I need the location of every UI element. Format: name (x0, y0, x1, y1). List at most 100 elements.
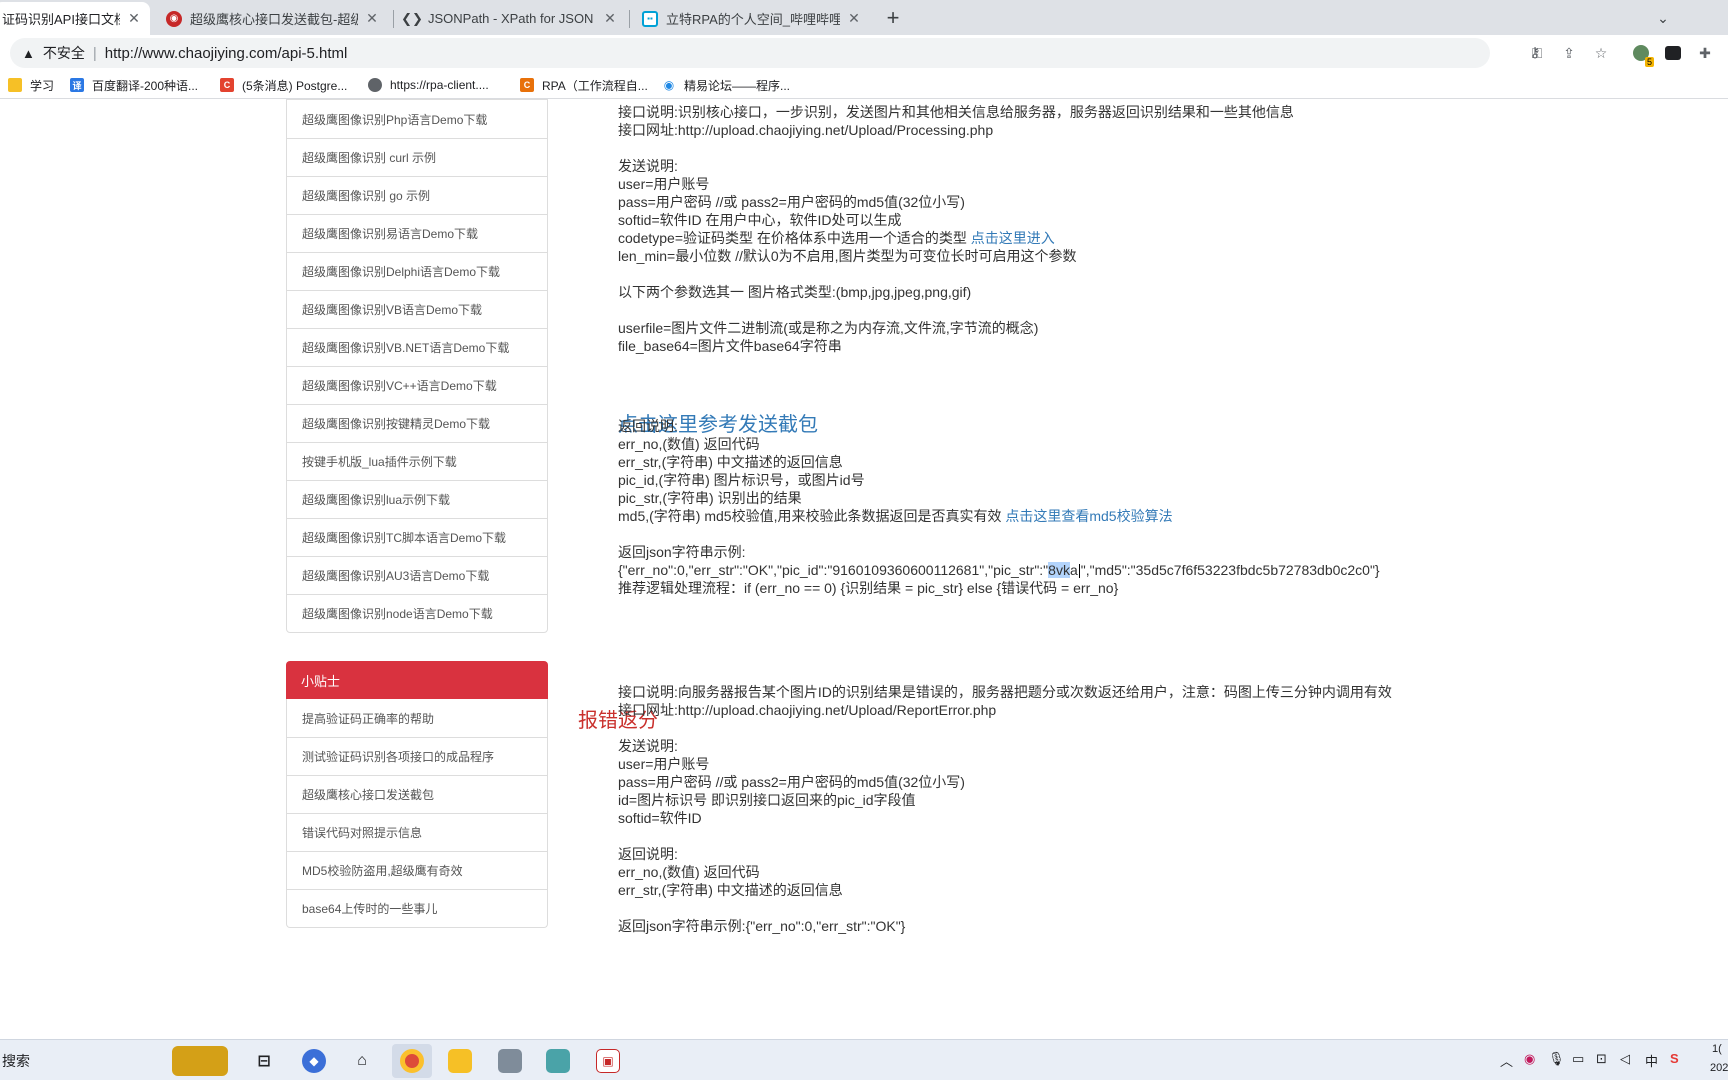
notepad-icon[interactable] (538, 1044, 578, 1078)
bookmark-label: (5条消息) Postgre... (242, 78, 348, 93)
bookmark-label: 精易论坛——程序... (684, 78, 791, 93)
codetype-text: codetype=验证码类型 在价格体系中选用一个适合的类型 (618, 230, 971, 246)
taskbar-search[interactable]: 搜索 (2, 1051, 30, 1071)
demo-link[interactable]: 超级鹰图像识别lua示例下载 (287, 480, 547, 518)
bookmark-study[interactable]: 学习 (8, 75, 54, 95)
chrome-icon[interactable] (392, 1044, 432, 1078)
return-err-str: err_str,(字符串) 中文描述的返回信息 (618, 454, 843, 470)
tab-jsonpath[interactable]: ❮❯ JSONPath - XPath for JSON ✕ (396, 2, 626, 35)
md5-algorithm-link[interactable]: 点击这里查看md5校验算法 (1005, 508, 1172, 524)
param-user: user=用户账号 (618, 176, 710, 192)
price-link[interactable]: 点击这里进入 (971, 230, 1055, 246)
demo-link[interactable]: 超级鹰图像识别VC++语言Demo下载 (287, 366, 547, 404)
demo-link[interactable]: 超级鹰图像识别TC脚本语言Demo下载 (287, 518, 547, 556)
report-return-title: 返回说明: (618, 846, 678, 862)
volume-icon[interactable]: ◁ (1620, 1051, 1630, 1067)
demo-link[interactable]: 超级鹰图像识别VB.NET语言Demo下载 (287, 328, 547, 366)
code-icon: ❮❯ (401, 10, 423, 26)
microphone-icon[interactable]: 🎙 (1548, 1051, 1565, 1067)
record-icon[interactable]: ◉ (1524, 1051, 1535, 1067)
demo-link[interactable]: 超级鹰图像识别VB语言Demo下载 (287, 290, 547, 328)
param-softid: softid=软件ID 在用户中心，软件ID处可以生成 (618, 212, 902, 228)
json-text: ","md5":"35d5c7f6f53223fbdc5b72783db0c2c… (1080, 562, 1380, 578)
warning-triangle-icon[interactable]: ▲ (22, 46, 35, 61)
chevron-up-icon[interactable]: ︿ (1500, 1051, 1513, 1070)
tab-bilibili[interactable]: ▪▪ 立特RPA的个人空间_哔哩哔哩_b ✕ (634, 2, 870, 35)
close-icon[interactable]: ✕ (602, 10, 618, 27)
new-tab-button[interactable]: + (880, 5, 906, 31)
tab-title: 立特RPA的个人空间_哔哩哔哩_b (666, 12, 840, 27)
demo-link[interactable]: 超级鹰图像识别按键精灵Demo下载 (287, 404, 547, 442)
bookmark-label: 学习 (30, 78, 55, 93)
toolbar: ▲ 不安全 | http://www.chaojiying.com/api-5.… (0, 35, 1728, 71)
tab-capture-package[interactable]: ◉ 超级鹰核心接口发送截包-超级鹰 ✕ (158, 2, 388, 35)
demo-link[interactable]: 超级鹰图像识别node语言Demo下载 (287, 594, 547, 632)
copilot-icon[interactable]: ◆ (294, 1044, 334, 1078)
widget-icon[interactable] (168, 1044, 232, 1078)
star-icon[interactable]: ☆ (1590, 42, 1612, 64)
report-send-title: 发送说明: (618, 738, 678, 754)
ime-indicator[interactable]: 中 (1645, 1051, 1658, 1070)
tip-link[interactable]: base64上传时的一些事儿 (287, 889, 547, 927)
json-example[interactable]: {"err_no":0,"err_str":"OK","pic_id":"916… (618, 560, 1380, 580)
demo-link[interactable]: 超级鹰图像识别Php语言Demo下载 (287, 100, 547, 138)
tip-link[interactable]: 超级鹰核心接口发送截包 (287, 775, 547, 813)
selected-text[interactable]: 8vk (1048, 562, 1070, 578)
close-icon[interactable]: ✕ (364, 10, 380, 27)
tip-link[interactable]: 错误代码对照提示信息 (287, 813, 547, 851)
tip-link[interactable]: 提高验证码正确率的帮助 (287, 699, 547, 737)
return-title: 返回说明: (618, 418, 678, 434)
demo-link[interactable]: 超级鹰图像识别AU3语言Demo下载 (287, 556, 547, 594)
bookmark-jingyi[interactable]: ◉ 精易论坛——程序... (662, 75, 790, 95)
extension-badge-icon[interactable]: 5 (1630, 42, 1654, 67)
bookmark-baidu-translate[interactable]: 译 百度翻译-200种语... (70, 75, 198, 95)
folder-icon (8, 78, 22, 92)
close-icon[interactable]: ✕ (126, 10, 142, 27)
task-view-icon[interactable]: ⊟ (244, 1044, 284, 1078)
demo-link[interactable]: 超级鹰图像识别易语言Demo下载 (287, 214, 547, 252)
close-icon[interactable]: ✕ (846, 10, 862, 27)
bookmark-rpa-client[interactable]: https://rpa-client.... (368, 75, 489, 95)
display-icon[interactable]: ▭ (1572, 1051, 1584, 1067)
translate-icon: 译 (70, 78, 84, 92)
bookmark-rpa[interactable]: C RPA（工作流程自... (520, 75, 648, 95)
demo-link[interactable]: 超级鹰图像识别 curl 示例 (287, 138, 547, 176)
address-bar[interactable]: ▲ 不安全 | http://www.chaojiying.com/api-5.… (10, 38, 1540, 68)
url-text[interactable]: http://www.chaojiying.com/api-5.html (105, 45, 348, 62)
security-label[interactable]: 不安全 (43, 43, 85, 63)
puzzle-icon[interactable]: ✚ (1694, 42, 1716, 64)
image-note: 以下两个参数选其一 图片格式类型:(bmp,jpg,jpeg,png,gif) (618, 284, 972, 300)
report-param-user: user=用户账号 (618, 756, 710, 772)
network-icon[interactable]: ⊡ (1596, 1051, 1607, 1067)
eagle-icon: ◉ (166, 10, 182, 27)
param-len-min: len_min=最小位数 //默认0为不启用,图片类型为可变位长时可启用这个参数 (618, 248, 1077, 264)
bookmark-csdn[interactable]: C (5条消息) Postgre... (220, 75, 347, 95)
globe-icon (368, 78, 382, 92)
md5-text: md5,(字符串) md5校验值,用来校验此条数据返回是否真实有效 (618, 508, 1006, 524)
tab-api-docs[interactable]: 证码识别API接口文档 H ✕ (0, 2, 150, 35)
badge-count: 5 (1644, 57, 1654, 67)
tab-search-chevron-down-icon[interactable]: ⌄ (1650, 5, 1676, 31)
image-app-icon[interactable] (490, 1044, 530, 1078)
tip-link[interactable]: 测试验证码识别各项接口的成品程序 (287, 737, 547, 775)
demo-link[interactable]: 超级鹰图像识别Delphi语言Demo下载 (287, 252, 547, 290)
share-icon[interactable]: ⇪ (1558, 42, 1580, 64)
demo-link[interactable]: 按键手机版_lua插件示例下载 (287, 442, 547, 480)
extension-icon[interactable] (1662, 42, 1684, 64)
sogou-icon[interactable]: S (1670, 1051, 1679, 1066)
return-err-no: err_no,(数值) 返回代码 (618, 436, 760, 452)
rpa-app-icon[interactable]: ▣ (588, 1044, 628, 1078)
key-icon[interactable]: ⚿ (1526, 42, 1548, 64)
report-return-err-no: err_no,(数值) 返回代码 (618, 864, 760, 880)
param-userfile: userfile=图片文件二进制流(或是称之为内存流,文件流,字节流的概念) (618, 320, 1039, 336)
report-param-id: id=图片标识号 即识别接口返回来的pic_id字段值 (618, 792, 916, 808)
clock-date[interactable]: 202 (1710, 1062, 1728, 1074)
report-return-err-str: err_str,(字符串) 中文描述的返回信息 (618, 882, 843, 898)
tab-title: 证码识别API接口文档 H (2, 12, 120, 27)
app-icon[interactable]: ⌂ (342, 1044, 382, 1078)
clock-time[interactable]: 1( (1712, 1043, 1722, 1055)
demo-link[interactable]: 超级鹰图像识别 go 示例 (287, 176, 547, 214)
file-explorer-icon[interactable] (440, 1044, 480, 1078)
param-codetype: codetype=验证码类型 在价格体系中选用一个适合的类型 点击这里进入 (618, 228, 1055, 248)
tip-link[interactable]: MD5校验防盗用,超级鹰有奇效 (287, 851, 547, 889)
